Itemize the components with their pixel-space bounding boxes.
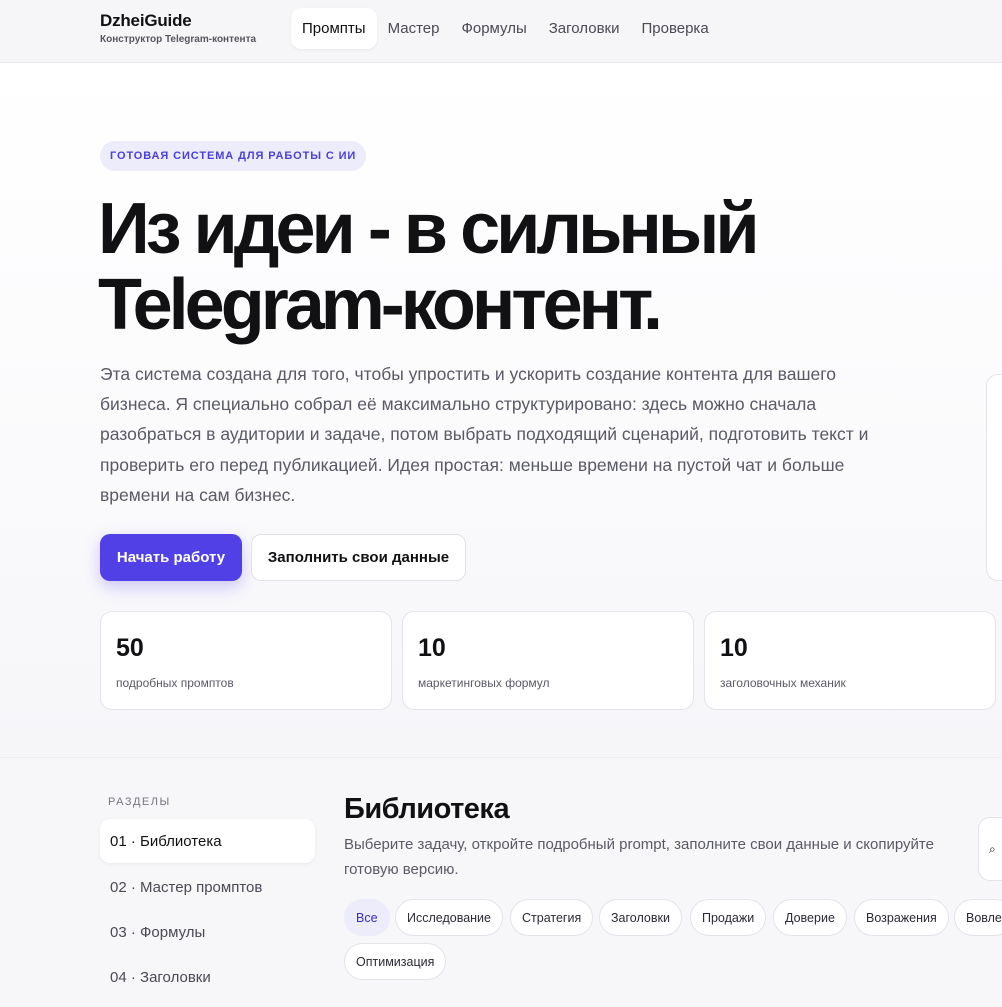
hero-headline: Из идеи - в сильный Telegram-контент.	[98, 191, 858, 343]
filter-chip-research[interactable]: Исследование	[395, 899, 503, 936]
filter-chip-headlines[interactable]: Заголовки	[599, 899, 682, 936]
filter-chip-all[interactable]: Все	[344, 899, 390, 936]
stat-card-formulas: 10 маркетинговых формул	[402, 611, 694, 710]
hero-section: ГОТОВАЯ СИСТЕМА ДЛЯ РАБОТЫ С ИИ Из идеи …	[0, 63, 1002, 758]
stat-label: заголовочных механик	[720, 676, 846, 690]
brand-title: DzheiGuide	[100, 11, 192, 30]
top-bar: DzheiGuide Конструктор Telegram-контента…	[0, 0, 1002, 63]
search-icon: ⌕	[989, 842, 996, 856]
side-card-peek	[986, 374, 1002, 581]
nav-item-check[interactable]: Проверка	[630, 8, 719, 49]
filter-chip-objections[interactable]: Возражения	[854, 899, 949, 936]
stat-value: 50	[116, 634, 144, 662]
nav-item-headlines[interactable]: Заголовки	[538, 8, 631, 49]
filter-chip-sales[interactable]: Продажи	[690, 899, 767, 936]
stat-card-headlines: 10 заголовочных механик	[704, 611, 996, 710]
sidebar-heading: РАЗДЕЛЫ	[108, 796, 171, 808]
stat-label: подробных промптов	[116, 676, 234, 690]
filter-chip-strategy[interactable]: Стратегия	[510, 899, 594, 936]
nav-item-prompts[interactable]: Промпты	[291, 8, 377, 49]
brand[interactable]: DzheiGuide Конструктор Telegram-контента	[100, 11, 256, 46]
library-title: Библиотека	[344, 793, 510, 825]
sidebar-item-headlines[interactable]: 04 · Заголовки	[100, 955, 315, 999]
stat-value: 10	[720, 634, 748, 662]
stat-value: 10	[418, 634, 446, 662]
sidebar-item-prompt-master[interactable]: 02 · Мастер промптов	[100, 865, 315, 909]
library-description: Выберите задачу, откройте подробный prom…	[344, 836, 934, 878]
hero-eyebrow-badge: ГОТОВАЯ СИСТЕМА ДЛЯ РАБОТЫ С ИИ	[100, 141, 367, 171]
filter-chip-optimization[interactable]: Оптимизация	[344, 943, 447, 980]
start-work-button[interactable]: Начать работу	[100, 534, 242, 581]
main-nav: Промпты Мастер Формулы Заголовки Проверк…	[291, 8, 720, 49]
filter-chip-engagement[interactable]: Вовле	[954, 899, 1002, 936]
hero-lead-text: Эта система создана для того, чтобы упро…	[100, 364, 869, 505]
hero-headline-line-1: Из идеи - в сильный	[98, 189, 760, 269]
nav-item-formulas[interactable]: Формулы	[450, 8, 537, 49]
brand-subtitle: Конструктор Telegram-контента	[100, 34, 257, 45]
stat-label: маркетинговых формул	[418, 676, 550, 690]
hero-headline-line-2: Telegram-контент.	[98, 265, 663, 345]
fill-data-button[interactable]: Заполнить свои данные	[251, 534, 466, 581]
sidebar-item-formulas[interactable]: 03 · Формулы	[100, 910, 315, 954]
nav-item-master[interactable]: Мастер	[377, 8, 451, 49]
search-box-peek[interactable]: ⌕	[978, 817, 1002, 881]
sidebar-item-library[interactable]: 01 · Библиотека	[100, 819, 315, 863]
filter-chip-trust[interactable]: Доверие	[773, 899, 847, 936]
stat-card-prompts: 50 подробных промптов	[100, 611, 392, 710]
